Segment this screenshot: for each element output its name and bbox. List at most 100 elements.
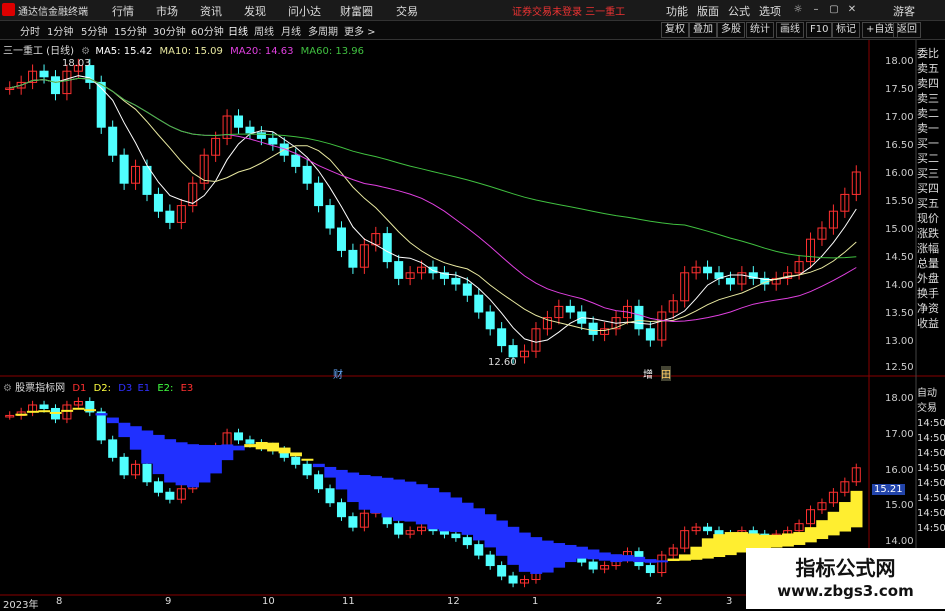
- menu-market[interactable]: 市场: [156, 3, 178, 19]
- side-label: 收益: [917, 317, 939, 330]
- side-label: 卖三: [917, 92, 939, 105]
- main-candle: [245, 126, 255, 134]
- draw-button[interactable]: 画线: [776, 22, 804, 38]
- indicator-band: [221, 444, 234, 461]
- x-tick: 1: [532, 596, 539, 607]
- menu-layout[interactable]: 版面: [697, 3, 719, 19]
- watermark-title: 指标公式网: [795, 556, 896, 580]
- y-tick: 12.50: [885, 362, 914, 373]
- side-tick-label: 14:50: [917, 433, 945, 444]
- side-label: 卖五: [917, 62, 939, 75]
- restore-icon[interactable]: ▢: [826, 2, 842, 18]
- side-tick-label: 交易: [917, 403, 937, 414]
- indicator-band: [724, 532, 737, 556]
- menu-trade[interactable]: 交易: [396, 3, 418, 19]
- period-60min[interactable]: 60分钟: [191, 23, 224, 38]
- indicator-band: [415, 484, 428, 525]
- main-candle: [645, 328, 655, 341]
- main-candle: [314, 182, 324, 207]
- side-tick-label: 14:50: [917, 463, 945, 474]
- main-candle: [153, 193, 163, 212]
- indicator-band: [404, 481, 417, 522]
- indicator-band: [713, 534, 726, 558]
- period-toolbar: 分时 1分钟 5分钟 15分钟 30分钟 60分钟 日线 周线 月线 多周期 更…: [0, 21, 945, 40]
- indicator-band: [15, 413, 28, 416]
- f10-button[interactable]: F10: [806, 22, 833, 38]
- period-fenshi[interactable]: 分时: [20, 23, 40, 38]
- period-15min[interactable]: 15分钟: [114, 23, 147, 38]
- main-candle: [394, 261, 404, 279]
- indicator-band: [827, 511, 840, 536]
- sub-candle: [485, 554, 495, 567]
- menu-ask[interactable]: 问小达: [288, 3, 321, 19]
- period-monthly[interactable]: 月线: [281, 23, 301, 38]
- indicator-band: [770, 534, 783, 548]
- kline-chart[interactable]: [0, 40, 945, 609]
- indicator-band: [198, 444, 211, 483]
- x-tick: 12: [447, 596, 460, 607]
- skin-icon[interactable]: ☼: [790, 2, 806, 18]
- menubar: 通达信金融终端 行情 市场 资讯 发现 问小达 财富圈 交易 证券交易未登录 三…: [0, 0, 945, 21]
- period-weekly[interactable]: 周线: [254, 23, 274, 38]
- menu-wealth[interactable]: 财富圈: [340, 3, 373, 19]
- period-5min[interactable]: 5分钟: [81, 23, 107, 38]
- multistock-button[interactable]: 多股: [717, 22, 745, 38]
- period-daily[interactable]: 日线: [228, 23, 248, 38]
- indicator-band: [244, 444, 257, 448]
- x-tick: 8: [56, 596, 63, 607]
- indicator-band: [335, 469, 348, 490]
- side-label: 卖一: [917, 122, 939, 135]
- menu-news[interactable]: 资讯: [200, 3, 222, 19]
- main-candle: [39, 70, 49, 78]
- mark-button[interactable]: 标记: [832, 22, 860, 38]
- period-30min[interactable]: 30分钟: [153, 23, 186, 38]
- indicator-band: [381, 477, 394, 518]
- main-candle: [256, 132, 266, 139]
- indicator-band: [38, 410, 51, 413]
- main-candle: [268, 137, 278, 145]
- guest-login[interactable]: 游客: [893, 3, 915, 19]
- menu-options[interactable]: 选项: [759, 3, 781, 19]
- period-multi[interactable]: 多周期: [308, 23, 338, 38]
- indicator-band: [312, 463, 325, 468]
- indicator-band: [461, 502, 474, 535]
- indicator-band: [95, 413, 108, 416]
- settings-icon[interactable]: ⚙: [81, 46, 90, 57]
- sub-candle: [291, 456, 301, 465]
- indicator-band: [141, 430, 154, 464]
- sub-candle: [302, 463, 312, 476]
- app-logo-icon: [2, 3, 15, 16]
- main-candle: [302, 165, 312, 184]
- menu-function[interactable]: 功能: [666, 3, 688, 19]
- menu-quotes[interactable]: 行情: [112, 3, 134, 19]
- side-label: 买四: [917, 182, 939, 195]
- sub-settings-icon[interactable]: ⚙: [3, 383, 12, 394]
- minimize-icon[interactable]: –: [808, 2, 824, 18]
- indicator-band: [358, 474, 371, 510]
- main-candle: [485, 311, 495, 330]
- close-icon[interactable]: ✕: [844, 2, 860, 18]
- side-tick-label: 14:50: [917, 448, 945, 459]
- side-label: 外盘: [917, 272, 939, 285]
- menu-discover[interactable]: 发现: [244, 3, 266, 19]
- sub-candle: [39, 404, 49, 409]
- period-more[interactable]: 更多 >: [344, 23, 376, 38]
- main-candle: [508, 345, 518, 358]
- period-1min[interactable]: 1分钟: [47, 23, 73, 38]
- sub-candle: [336, 502, 346, 518]
- indicator-band: [610, 554, 623, 563]
- overlay-button[interactable]: 叠加: [689, 22, 717, 38]
- fuquan-button[interactable]: 复权: [661, 22, 689, 38]
- indicator-band: [553, 543, 566, 568]
- back-button[interactable]: 返回: [893, 22, 921, 38]
- stats-button[interactable]: 统计: [746, 22, 774, 38]
- indicator-band: [541, 540, 554, 573]
- indicator-band: [507, 526, 520, 565]
- indicator-band: [576, 546, 588, 559]
- sub-candle: [394, 523, 404, 535]
- menu-formula[interactable]: 公式: [728, 3, 750, 19]
- high-marker: 18.03: [62, 58, 91, 69]
- side-label: 卖四: [917, 77, 939, 90]
- side-label: 涨跌: [917, 227, 939, 240]
- main-candle: [96, 81, 106, 128]
